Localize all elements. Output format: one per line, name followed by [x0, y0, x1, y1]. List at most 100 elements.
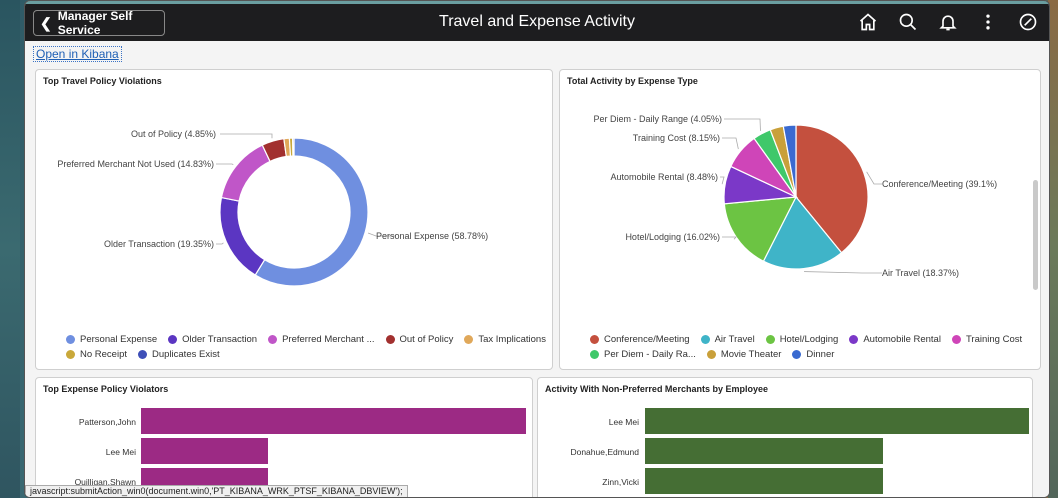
- more-actions-icon[interactable]: [977, 11, 999, 33]
- legend-swatch: [765, 335, 775, 344]
- pie-data-label: Per Diem - Daily Range (4.05%): [593, 114, 722, 124]
- panel-title: Top Travel Policy Violations: [43, 76, 162, 86]
- legend-item-dinner[interactable]: Dinner: [792, 349, 834, 360]
- pie-data-label: Air Travel (18.37%): [882, 268, 959, 278]
- browser-window: ❮ Manager Self Service Travel and Expens…: [24, 0, 1050, 498]
- legend-item-per-diem-daily-ra[interactable]: Per Diem - Daily Ra...: [590, 349, 696, 360]
- legend-label: Personal Expense: [80, 334, 158, 345]
- legend-item-conference-meeting[interactable]: Conference/Meeting: [590, 334, 690, 345]
- navbar-compass-icon[interactable]: [1017, 11, 1039, 33]
- legend-item-hotel-lodging[interactable]: Hotel/Lodging: [765, 334, 839, 345]
- pie-data-label: Training Cost (8.15%): [633, 133, 720, 143]
- legend-swatch: [385, 335, 395, 344]
- legend-item-no-receipt[interactable]: No Receipt: [66, 349, 127, 360]
- legend-label: Older Transaction: [182, 334, 258, 345]
- legend-label: Training Cost: [965, 334, 1023, 345]
- bar-category-label: Patterson,John: [78, 417, 136, 427]
- legend-label: Movie Theater: [720, 349, 782, 360]
- pie-slice-preferred-merchant-not-used[interactable]: [220, 144, 271, 202]
- legend-label: Preferred Merchant ...: [282, 334, 375, 345]
- donut-chart: Personal Expense (58.78%) Older Transacti…: [57, 129, 488, 287]
- legend-item-tax-implications[interactable]: Tax Implications: [464, 334, 546, 345]
- panel-travel-policy-violations: Top Travel Policy Violations Personal Ex…: [35, 69, 553, 370]
- bell-icon[interactable]: [937, 11, 959, 33]
- pie-label-leader: [724, 118, 761, 131]
- panel-non-preferred-merchants: Activity With Non-Preferred Merchants by…: [537, 377, 1033, 497]
- legend-swatch: [590, 350, 599, 359]
- legend-item-duplicates-exist[interactable]: Duplicates Exist: [138, 349, 220, 360]
- legend-item-older-transaction[interactable]: Older Transaction: [168, 334, 257, 345]
- header-actions: [857, 11, 1039, 33]
- pie-data-label: Preferred Merchant Not Used (14.83%): [57, 159, 214, 169]
- legend-item-training-cost[interactable]: Training Cost: [951, 334, 1023, 345]
- open-in-kibana-link[interactable]: Open in Kibana: [33, 46, 122, 62]
- back-button[interactable]: ❮ Manager Self Service: [33, 9, 165, 37]
- pie-label-leader: [722, 137, 739, 150]
- panel-title: Activity With Non-Preferred Merchants by…: [545, 384, 768, 394]
- dashboard-content: Open in Kibana Top Travel Policy Violati…: [25, 41, 1049, 497]
- chevron-left-icon: ❮: [40, 14, 52, 31]
- pie-data-label: Out of Policy (4.85%): [131, 129, 216, 139]
- legend-item-preferred-merchant[interactable]: Preferred Merchant ...: [268, 334, 375, 345]
- legend-label: Per Diem - Daily Ra...: [604, 349, 696, 360]
- vertical-scrollbar[interactable]: [1033, 180, 1038, 290]
- legend-label: Hotel/Lodging: [779, 334, 839, 345]
- pie-chart: Conference/Meeting (39.1%) Air Travel (18…: [593, 114, 997, 278]
- legend-swatch: [464, 335, 474, 344]
- top-navigation-bar: ❮ Manager Self Service Travel and Expens…: [25, 1, 1049, 41]
- chart-legend: Conference/Meeting Air Travel Hotel/Lodgin…: [590, 334, 1030, 360]
- desktop-background-left: [0, 0, 20, 498]
- legend-item-air-travel[interactable]: Air Travel: [700, 334, 755, 345]
- legend-label: Duplicates Exist: [152, 349, 220, 360]
- pie-data-label: Older Transaction (19.35%): [104, 239, 214, 249]
- legend-label: Automobile Rental: [863, 334, 941, 345]
- legend-item-automobile-rental[interactable]: Automobile Rental: [849, 334, 941, 345]
- legend-item-movie-theater[interactable]: Movie Theater: [706, 349, 782, 360]
- legend-swatch: [66, 350, 75, 359]
- legend-item-personal-expense[interactable]: Personal Expense: [66, 334, 157, 345]
- bar-patterson-john[interactable]: [141, 408, 526, 434]
- panel-expense-policy-violators: Top Expense Policy Violators Patterson,J…: [35, 377, 533, 497]
- pie-data-label: Hotel/Lodging (16.02%): [625, 232, 720, 242]
- pie-slice-duplicates-exist[interactable]: [292, 137, 295, 157]
- bar-lee-mei[interactable]: [141, 438, 269, 464]
- bar-category-label: Lee Mei: [105, 447, 136, 457]
- legend-swatch: [138, 350, 147, 359]
- legend-swatch: [66, 335, 75, 344]
- legend-label: Air Travel: [714, 334, 755, 345]
- pie-data-label: Automobile Rental (8.48%): [610, 172, 718, 182]
- legend-swatch: [792, 350, 802, 359]
- legend-label: Tax Implications: [478, 334, 546, 345]
- pie-label-leader: [722, 236, 737, 240]
- legend-swatch: [268, 335, 278, 344]
- bar-zinn-vicki[interactable]: [645, 468, 884, 494]
- legend-swatch: [590, 335, 599, 344]
- pie-data-label: Personal Expense (58.78%): [376, 231, 488, 241]
- panel-title: Top Expense Policy Violators: [43, 384, 169, 394]
- legend-label: No Receipt: [80, 349, 127, 360]
- pie-label-leader: [216, 163, 234, 165]
- panel-expense-type: Total Activity by Expense Type Conferenc…: [559, 69, 1041, 370]
- pie-slice-older-transaction[interactable]: [219, 196, 266, 276]
- legend-swatch: [849, 335, 859, 344]
- home-icon[interactable]: [857, 11, 879, 33]
- pie-label-leader: [720, 176, 725, 185]
- legend-label: Dinner: [806, 349, 835, 360]
- pie-label-leader: [804, 271, 882, 274]
- chart-legend: Personal Expense Older Transaction Preferr…: [66, 334, 546, 360]
- search-icon[interactable]: [897, 11, 919, 33]
- bar-lee-mei[interactable]: [645, 408, 1029, 434]
- legend-swatch: [700, 335, 710, 344]
- pie-label-leader: [220, 133, 273, 139]
- bar-donahue-edmund[interactable]: [645, 438, 884, 464]
- legend-swatch: [168, 335, 178, 344]
- pie-data-label: Conference/Meeting (39.1%): [882, 179, 997, 189]
- bar-category-label: Donahue,Edmund: [570, 447, 639, 457]
- bar-category-label: Lee Mei: [608, 417, 639, 427]
- legend-item-out-of-policy[interactable]: Out of Policy: [385, 334, 454, 345]
- legend-swatch: [951, 335, 961, 344]
- bar-category-label: Zinn,Vicki: [602, 477, 639, 487]
- legend-label: Out of Policy: [399, 334, 454, 345]
- pie-label-leader: [216, 242, 224, 245]
- legend-label: Conference/Meeting: [604, 334, 690, 345]
